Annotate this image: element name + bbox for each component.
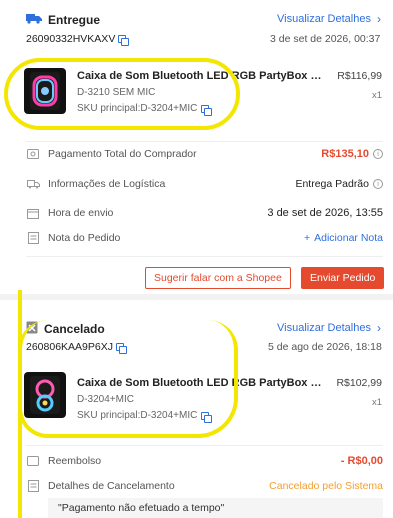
contact-shopee-button[interactable]: Sugerir falar com a Shopee: [145, 267, 291, 289]
cancel-details-row: Detalhes de Cancelamento Cancelado pelo …: [26, 480, 383, 492]
chevron-right-icon: ›: [376, 12, 381, 26]
order-status-header: Entregue: [26, 12, 100, 27]
chevron-right-icon: ›: [376, 321, 381, 335]
send-order-button[interactable]: Enviar Pedido: [301, 267, 385, 289]
refund-value: - R$0,00: [340, 455, 383, 467]
ship-time-label: Hora de envio: [48, 207, 114, 219]
plus-icon: +: [303, 232, 311, 244]
view-details-label: Visualizar Detalhes: [277, 322, 371, 334]
truck-icon: [26, 178, 40, 190]
divider: [26, 256, 383, 257]
calendar-icon: [26, 207, 40, 219]
payment-total-value-wrap: R$135,10 i: [321, 148, 383, 160]
ship-time-row: Hora de envio 3 de set de 2026, 13:55: [26, 207, 383, 219]
refund-icon: [26, 455, 40, 467]
add-note-button[interactable]: + Adicionar Nota: [304, 232, 383, 244]
order-date: 5 de ago de 2026, 18:18: [268, 341, 382, 353]
order-list-page: Entregue Visualizar Detalhes › 26090332H…: [0, 0, 393, 518]
truck-icon: [26, 12, 42, 27]
view-details-link[interactable]: Visualizar Detalhes ›: [277, 12, 381, 26]
divider: [26, 141, 383, 142]
ship-time-value: 3 de set de 2026, 13:55: [267, 207, 383, 219]
cancel-details-label: Detalhes de Cancelamento: [48, 480, 175, 492]
cancel-reason-text: "Pagamento não efetuado a tempo": [58, 502, 225, 514]
logistics-value: Entrega Padrão: [295, 178, 369, 190]
order-id: 26090332HVKAXV: [26, 33, 130, 46]
highlight-annotation-line: [18, 290, 22, 518]
order-card-delivered: Entregue Visualizar Detalhes › 26090332H…: [0, 0, 393, 290]
highlight-annotation: [18, 320, 238, 438]
product-price: R$102,99: [336, 377, 382, 389]
note-icon: [26, 232, 40, 244]
copy-icon[interactable]: [118, 35, 130, 46]
payment-total-row: Pagamento Total do Comprador R$135,10 i: [26, 148, 383, 160]
cancel-details-value: Cancelado pelo Sistema: [269, 480, 383, 492]
logistics-value-wrap: Entrega Padrão i: [295, 178, 383, 190]
order-note-row: Nota do Pedido + Adicionar Nota: [26, 232, 383, 244]
divider: [26, 445, 383, 446]
info-icon[interactable]: i: [373, 149, 383, 159]
view-details-label: Visualizar Detalhes: [277, 13, 371, 25]
order-date: 3 de set de 2026, 00:37: [270, 33, 381, 45]
product-quantity: x1: [371, 397, 382, 408]
logistics-label: Informações de Logística: [48, 178, 166, 190]
order-note-label: Nota do Pedido: [48, 232, 121, 244]
info-icon[interactable]: i: [373, 179, 383, 189]
add-note-label: Adicionar Nota: [314, 232, 383, 244]
product-price: R$116,99: [337, 70, 382, 82]
view-details-link[interactable]: Visualizar Detalhes ›: [277, 321, 381, 335]
wallet-icon: [26, 148, 40, 160]
order-card-cancelled: Cancelado Visualizar Detalhes › 260806KA…: [0, 290, 393, 518]
logistics-row: Informações de Logística Entrega Padrão …: [26, 178, 383, 190]
payment-total-label: Pagamento Total do Comprador: [48, 148, 197, 160]
payment-total-value: R$135,10: [321, 148, 369, 160]
refund-label: Reembolso: [48, 455, 102, 467]
document-icon: [26, 480, 40, 492]
refund-row: Reembolso - R$0,00: [26, 455, 383, 467]
cancel-reason-box: "Pagamento não efetuado a tempo": [48, 498, 383, 518]
order-status-label: Entregue: [48, 12, 101, 27]
highlight-annotation: [4, 58, 240, 130]
order-id-text: 26090332HVKAXV: [26, 33, 116, 45]
product-quantity: x1: [371, 90, 382, 101]
